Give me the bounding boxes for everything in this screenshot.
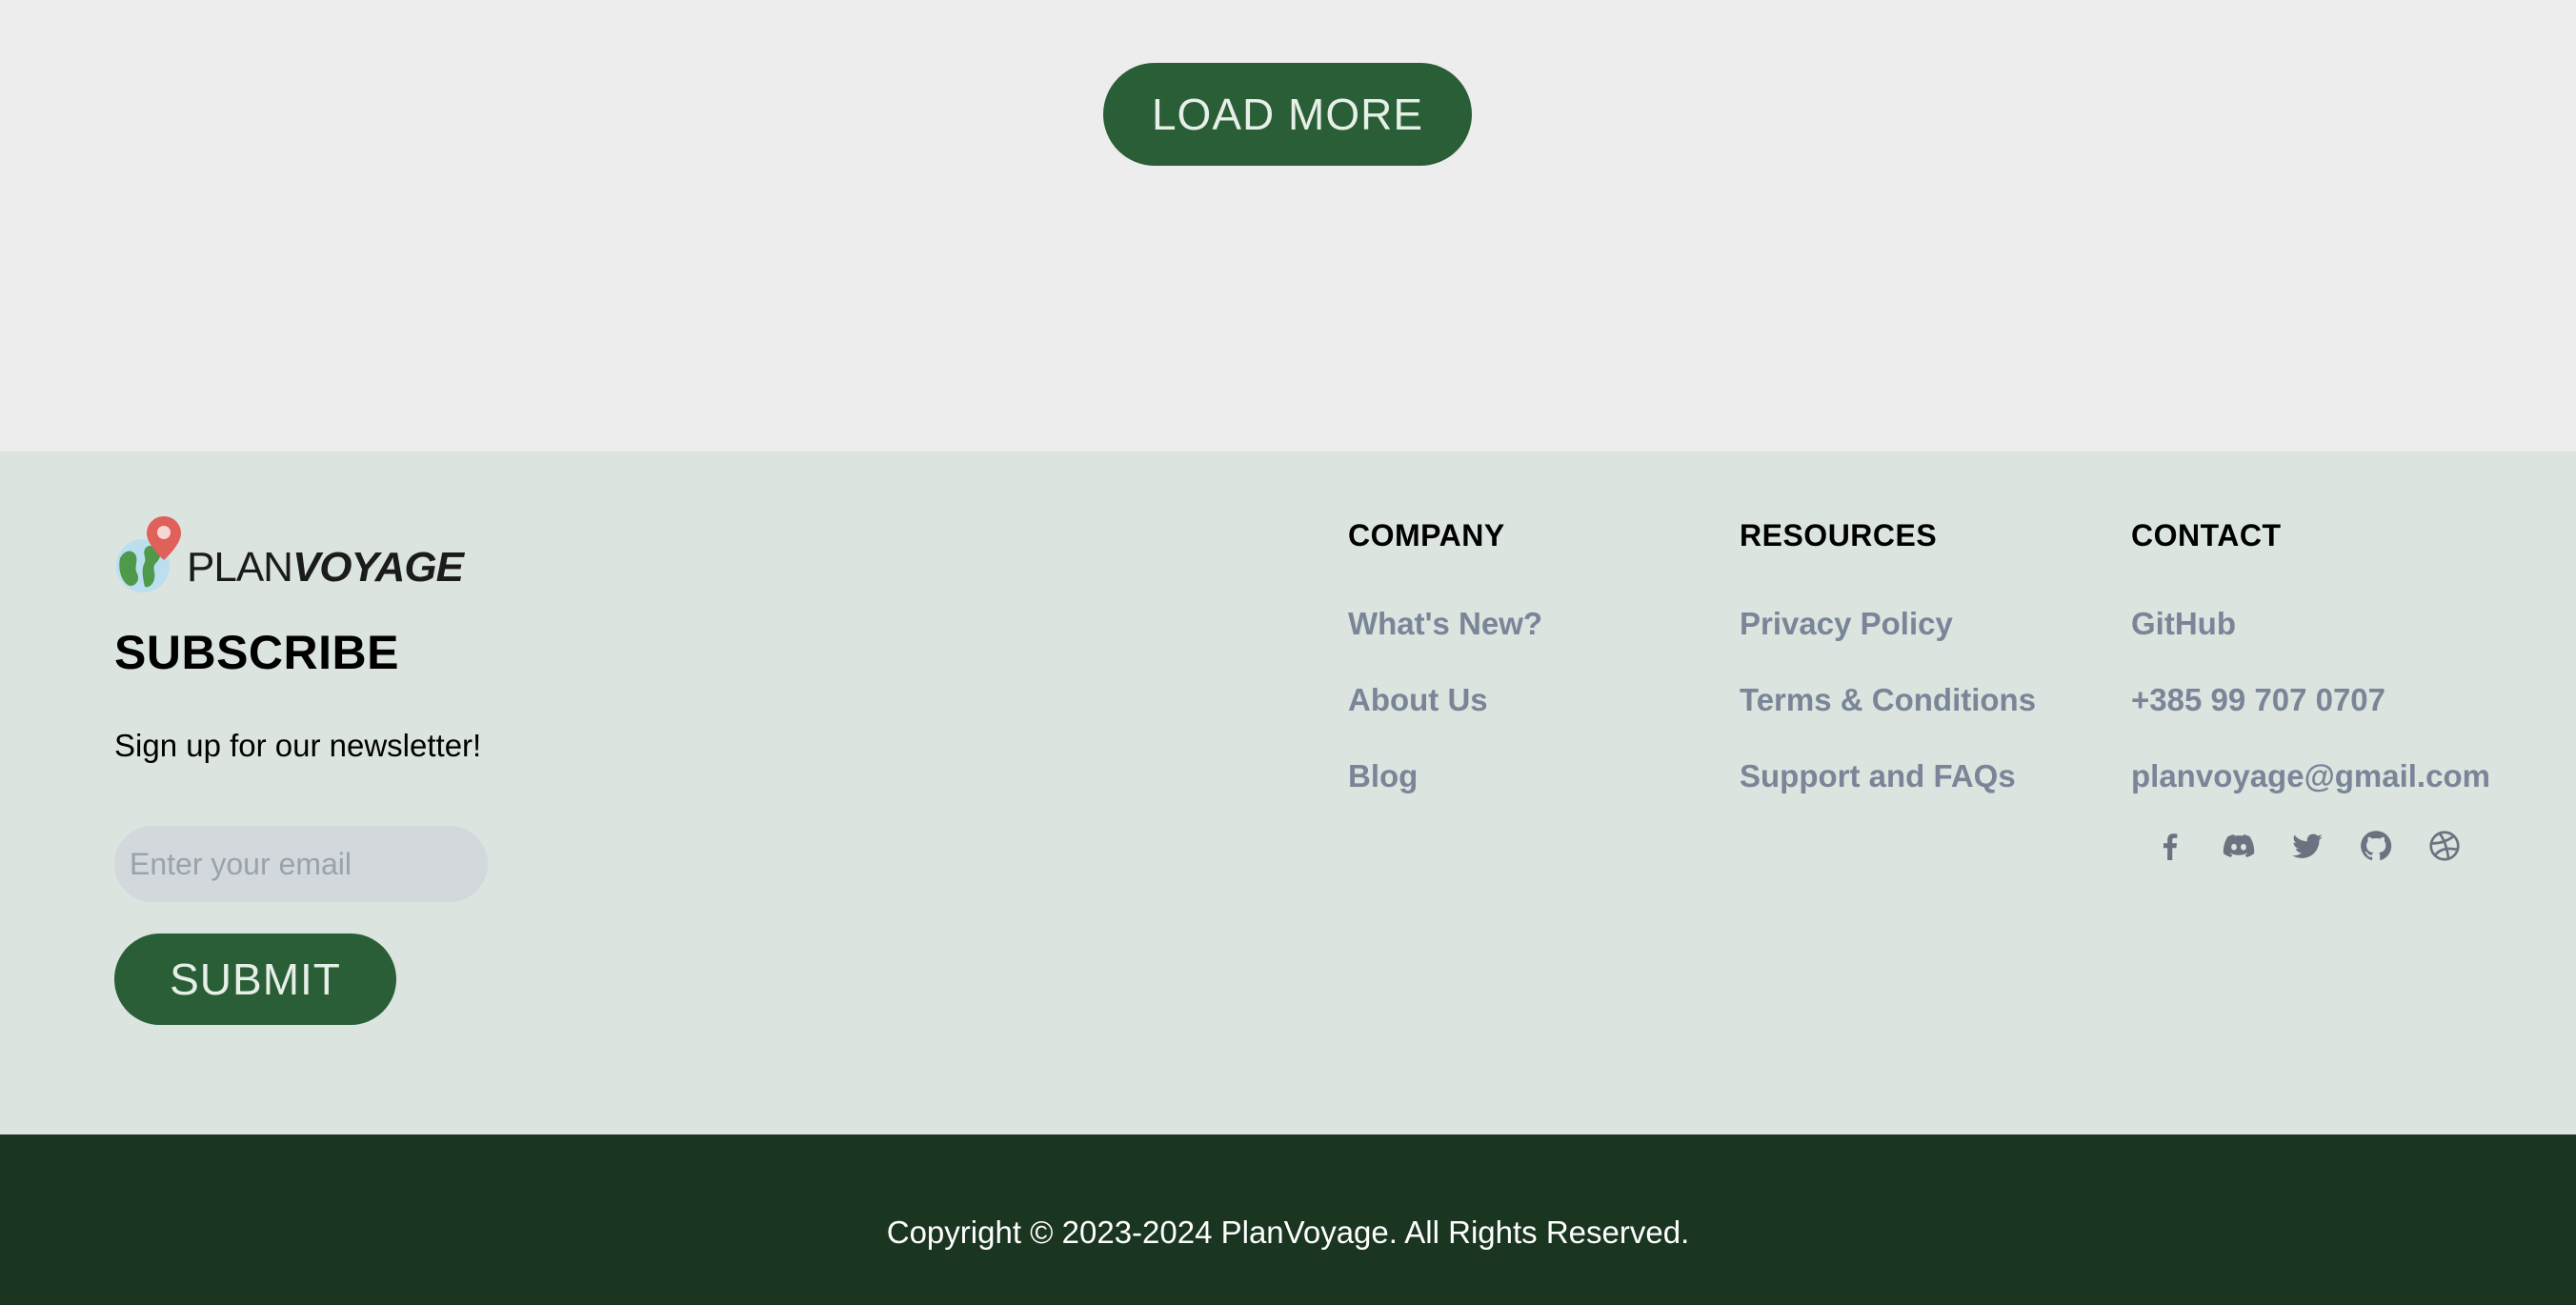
github-social-link[interactable] [2359,829,2393,863]
logo-text-plain: PLAN [187,544,293,591]
phone-link[interactable]: +385 99 707 0707 [2131,682,2385,717]
privacy-policy-link[interactable]: Privacy Policy [1740,606,1953,641]
resources-column: RESOURCES Privacy Policy Terms & Conditi… [1740,518,2036,793]
submit-button[interactable]: SUBMIT [114,934,396,1025]
dribbble-icon [2429,831,2460,861]
social-links [2153,829,2462,863]
company-heading: COMPANY [1348,518,1505,552]
dribbble-link[interactable] [2427,829,2462,863]
list-item: Privacy Policy [1740,606,1953,642]
discord-icon [2223,834,2255,857]
globe-pin-icon [116,516,181,592]
logo-text: PLANVOYAGE [187,544,464,594]
page: LOAD MORE PLANVOYAGE SUBSCRIBE Sign up f… [0,0,2576,1305]
company-column: COMPANY What's New? About Us Blog [1348,518,1542,793]
list-item: What's New? [1348,606,1542,642]
contact-heading: CONTACT [2131,518,2282,552]
list-item: Terms & Conditions [1740,682,2036,718]
github-icon [2361,831,2392,861]
subscribe-heading: SUBSCRIBE [114,626,399,679]
contact-column: CONTACT GitHub +385 99 707 0707 planvoya… [2131,518,2490,793]
copyright-text: Copyright © 2023-2024 PlanVoyage. All Ri… [886,1215,1690,1250]
facebook-icon [2163,833,2178,860]
content-area: LOAD MORE [0,0,2576,452]
twitter-icon [2292,833,2323,858]
list-item: Blog [1348,758,1418,794]
list-item: Support and FAQs [1740,758,2016,794]
about-us-link[interactable]: About Us [1348,682,1488,717]
list-item: About Us [1348,682,1488,718]
twitter-link[interactable] [2290,829,2324,863]
discord-link[interactable] [2222,829,2256,863]
email-input[interactable] [114,826,488,902]
blog-link[interactable]: Blog [1348,758,1418,793]
list-item: planvoyage@gmail.com [2131,758,2490,794]
footer: PLANVOYAGE SUBSCRIBE Sign up for our new… [0,452,2576,1134]
copyright-bar: Copyright © 2023-2024 PlanVoyage. All Ri… [0,1134,2576,1305]
resources-heading: RESOURCES [1740,518,1938,552]
support-faqs-link[interactable]: Support and FAQs [1740,758,2016,793]
github-link[interactable]: GitHub [2131,606,2236,641]
load-more-button[interactable]: LOAD MORE [1103,63,1472,166]
email-link[interactable]: planvoyage@gmail.com [2131,758,2490,793]
logo[interactable]: PLANVOYAGE [114,514,464,594]
whats-new-link[interactable]: What's New? [1348,606,1542,641]
facebook-link[interactable] [2153,829,2187,863]
logo-text-bold: VOYAGE [292,544,464,591]
newsletter-text: Sign up for our newsletter! [114,728,482,763]
list-item: GitHub [2131,606,2236,642]
list-item: +385 99 707 0707 [2131,682,2385,718]
terms-conditions-link[interactable]: Terms & Conditions [1740,682,2036,717]
